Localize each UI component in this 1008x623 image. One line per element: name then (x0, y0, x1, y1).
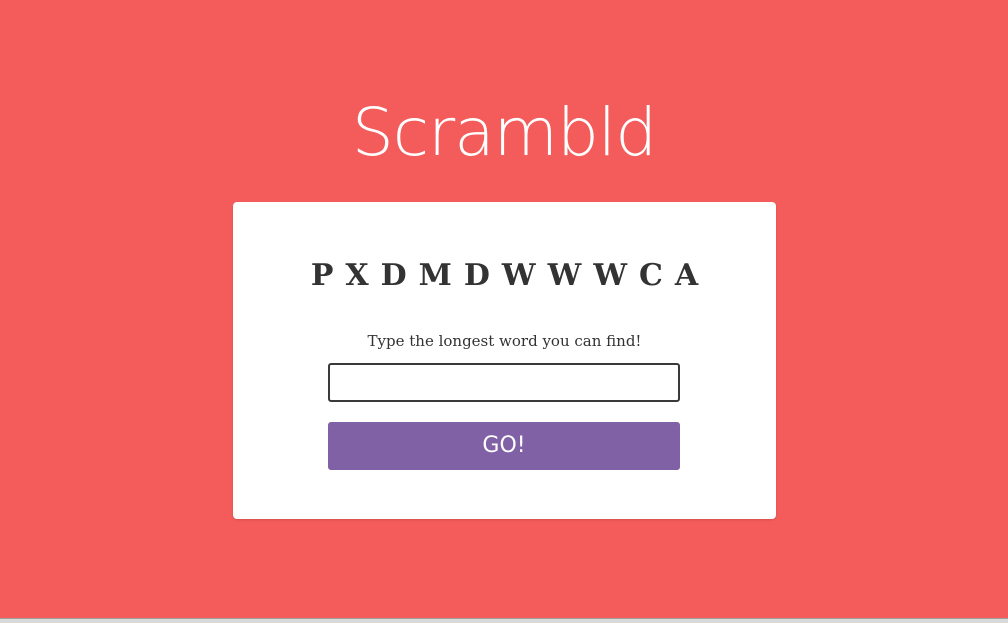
letter-tile: W (593, 258, 628, 293)
letter-tile: D (380, 258, 407, 293)
word-input[interactable] (328, 363, 680, 402)
letter-tile: D (463, 258, 490, 293)
letter-tile: C (639, 258, 663, 293)
letter-tile: W (501, 258, 536, 293)
game-card: PXDMDWWWCA Type the longest word you can… (233, 202, 776, 519)
letter-tile: X (345, 258, 369, 293)
scrambled-letters: PXDMDWWWCA (233, 258, 776, 294)
instructions-text: Type the longest word you can find! (367, 332, 642, 350)
letter-tile: M (418, 258, 452, 293)
letter-tile: A (674, 258, 699, 293)
window-bottom-edge (0, 618, 1008, 623)
go-button[interactable]: GO! (328, 422, 680, 470)
letter-tile: P (310, 258, 334, 293)
letter-tile: W (547, 258, 582, 293)
app-logo: Scrambld (351, 94, 657, 171)
